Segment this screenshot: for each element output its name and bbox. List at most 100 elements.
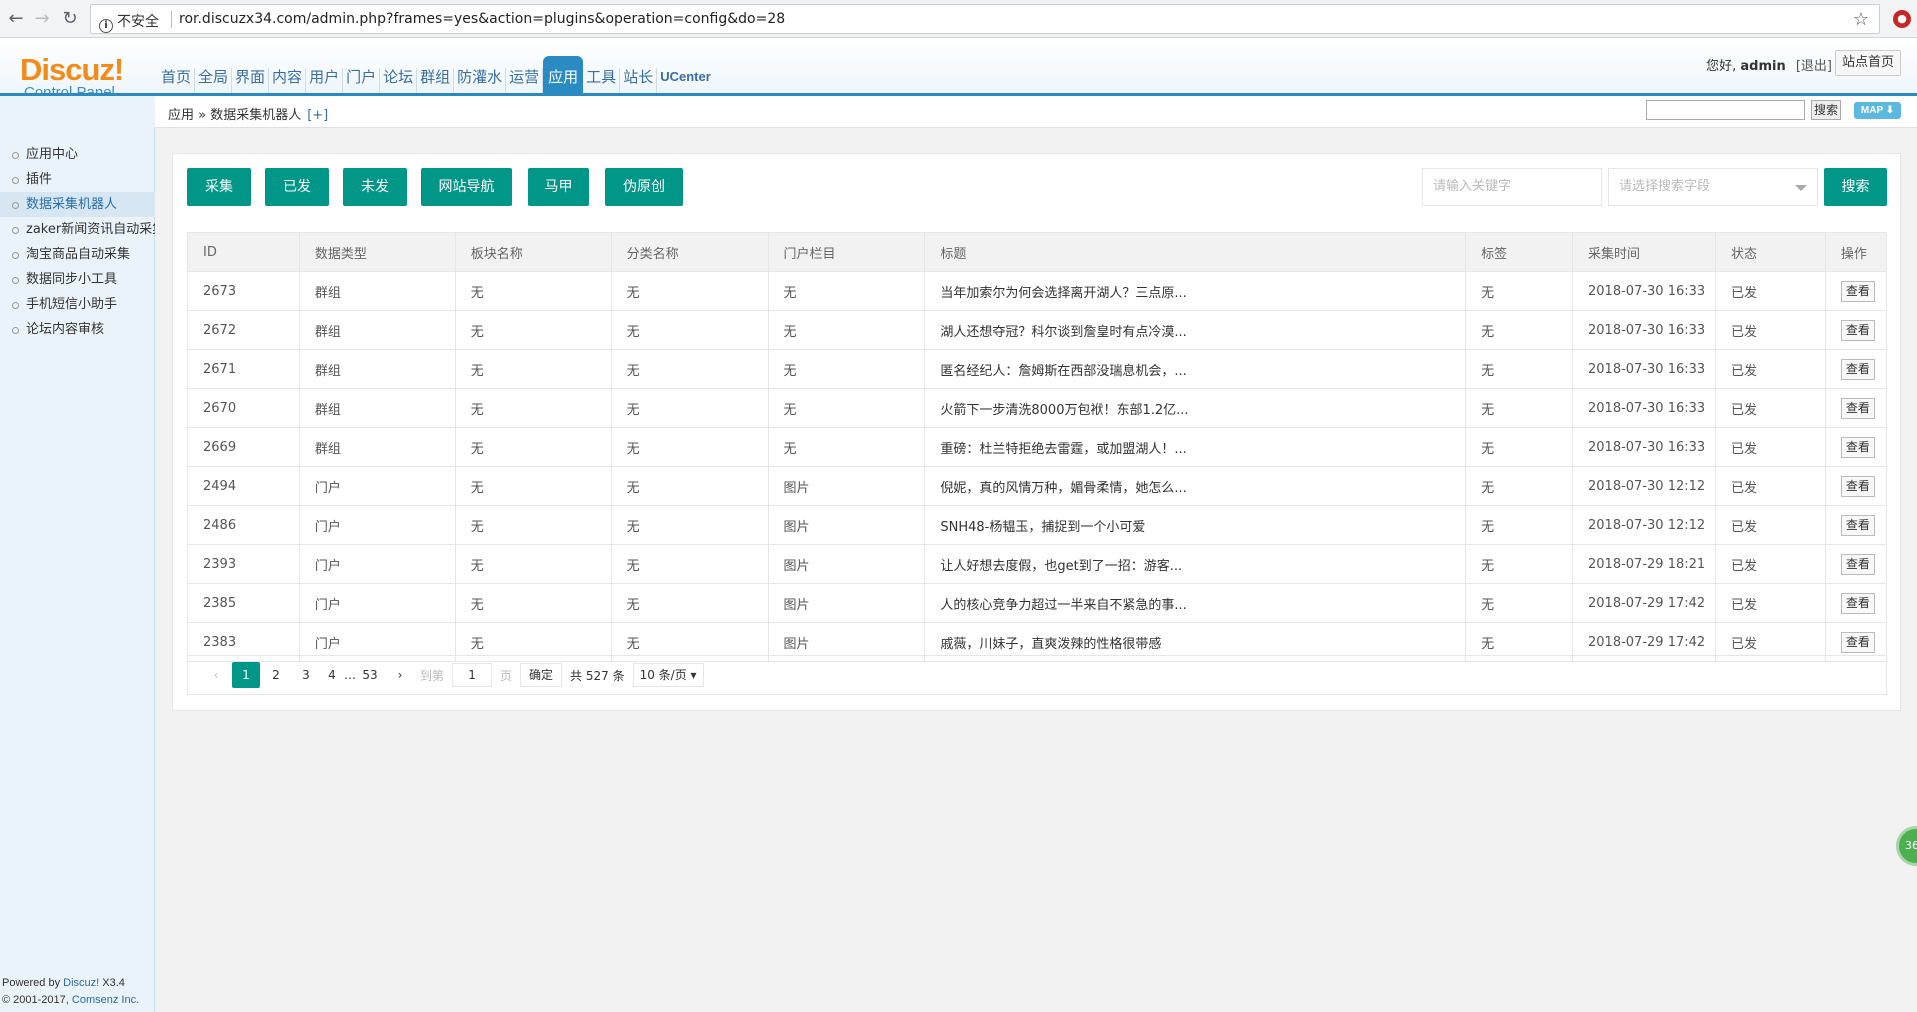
col-data-type-cell: 群组: [298, 310, 456, 350]
sidebar-item-moderation[interactable]: 论坛内容审核: [0, 317, 155, 342]
nav-home[interactable]: 首页: [158, 68, 196, 93]
admin-header: Discuz! Control Panel 首页 全局 界面 内容 用户 门户 …: [0, 38, 1917, 101]
view-button[interactable]: 查看: [1840, 436, 1875, 458]
table-row: 2671 群组无无无匿名经纪人：詹姆斯在西部没瑞息机会，... 无 2018-07-3…: [187, 349, 1888, 389]
per-page-select[interactable]: 10 条/页 ▾: [632, 663, 704, 687]
sidebar: 应用中心 插件 数据采集机器人 zaker新闻资讯自动采集 淘宝商品自动采集 数…: [0, 128, 155, 1012]
back-icon[interactable]: ←: [4, 7, 28, 31]
site-home-button[interactable]: 站点首页: [1834, 50, 1901, 76]
col-category-cell: 无: [610, 466, 769, 506]
table-row: 2393 门户无无图片 让人好想去度假，也get到了一招：游客... 无 2018-07…: [187, 544, 1888, 584]
view-button[interactable]: 查看: [1840, 631, 1875, 653]
view-button[interactable]: 查看: [1840, 553, 1875, 575]
view-button[interactable]: 查看: [1840, 319, 1875, 341]
nav-content[interactable]: 内容: [269, 68, 307, 93]
page-last[interactable]: 53: [356, 662, 384, 688]
pseudo-original-button[interactable]: 伪原创: [605, 168, 683, 206]
col-collect-time-cell: 2018-07-30 16:33: [1572, 310, 1716, 350]
goto-label: 到第: [420, 668, 445, 683]
logout-link[interactable]: [退出]: [1796, 59, 1832, 74]
keyword-input[interactable]: 请输入关键字: [1422, 168, 1602, 206]
site-nav-button[interactable]: 网站导航: [421, 168, 512, 206]
col-title-cell: 倪妮，真的风情万种，媚骨柔情，她怎么...: [924, 466, 1467, 506]
nav-ucenter[interactable]: UCenter: [657, 68, 714, 93]
goto-confirm-button[interactable]: 确定: [520, 663, 563, 687]
sidebar-item-data-sync[interactable]: 数据同步小工具: [0, 267, 155, 292]
nav-apps[interactable]: 应用: [543, 56, 584, 93]
sidebar-item-plugins[interactable]: 插件: [0, 167, 155, 192]
sidebar-item-zaker[interactable]: zaker新闻资讯自动采集: [0, 217, 155, 242]
security-indicator[interactable]: i 不安全: [99, 11, 159, 33]
vest-button[interactable]: 马甲: [528, 168, 589, 206]
breadcrumb-bar: 应用 » 数据采集机器人 [+] 搜索 MAP ⬇: [0, 96, 1917, 128]
view-button[interactable]: 查看: [1840, 592, 1875, 614]
col-collect-time-cell: 2018-07-30 16:33: [1572, 349, 1716, 389]
nav-antispam[interactable]: 防灌水: [454, 68, 507, 93]
address-bar[interactable]: i 不安全 ror.discuzx34.com/admin.php?frames=…: [90, 4, 1880, 34]
col-id-cell: 2486: [187, 505, 300, 545]
col-collect-time-header: 采集时间: [1572, 232, 1716, 272]
floating-widget[interactable]: 36: [1896, 826, 1917, 866]
view-button[interactable]: 查看: [1840, 280, 1875, 302]
unpublished-button[interactable]: 未发: [343, 168, 407, 206]
page-1[interactable]: 1: [232, 662, 260, 688]
sidebar-item-data-robot[interactable]: 数据采集机器人: [0, 192, 155, 217]
nav-portal[interactable]: 门户: [343, 68, 381, 93]
search-field-select[interactable]: 请选择搜索字段: [1608, 168, 1818, 206]
col-id-cell: 2673: [187, 271, 300, 311]
nav-group[interactable]: 群组: [417, 68, 455, 93]
col-portal-column-cell: 图片: [767, 583, 926, 623]
col-status-cell: 已发: [1715, 310, 1826, 350]
nav-interface[interactable]: 界面: [232, 68, 270, 93]
table-row: 2494 门户无无图片 倪妮，真的风情万种，媚骨柔情，她怎么... 无 2018-07-…: [187, 466, 1888, 506]
comsenz-link[interactable]: Comsenz Inc.: [72, 994, 139, 1006]
bookmark-star-icon[interactable]: ☆: [1853, 9, 1869, 30]
col-category-cell: 无: [610, 388, 769, 428]
col-status-cell: 已发: [1715, 388, 1826, 428]
nav-forum[interactable]: 论坛: [380, 68, 418, 93]
nav-webmaster[interactable]: 站长: [620, 68, 658, 93]
view-button[interactable]: 查看: [1840, 514, 1875, 536]
prev-page-icon[interactable]: ‹: [202, 662, 230, 688]
url-text[interactable]: ror.discuzx34.com/admin.php?frames=yes&a…: [179, 11, 785, 27]
nav-users[interactable]: 用户: [306, 68, 344, 93]
sidebar-item-taobao[interactable]: 淘宝商品自动采集: [0, 242, 155, 267]
collect-button[interactable]: 采集: [187, 168, 251, 206]
published-button[interactable]: 已发: [265, 168, 329, 206]
page-3[interactable]: 3: [292, 662, 320, 688]
page-2[interactable]: 2: [262, 662, 290, 688]
next-page-icon[interactable]: ›: [386, 662, 414, 688]
discuz-link[interactable]: Discuz!: [63, 977, 99, 989]
sidebar-item-app-center[interactable]: 应用中心: [0, 142, 155, 167]
col-data-type-cell: 群组: [298, 388, 456, 428]
nav-tools[interactable]: 工具: [583, 68, 621, 93]
col-data-type-cell: 门户: [298, 583, 456, 623]
menu-search-input[interactable]: [1646, 100, 1805, 120]
col-tags-cell: 无: [1465, 427, 1574, 467]
map-button[interactable]: MAP ⬇: [1854, 102, 1901, 119]
col-category-cell: 无: [610, 310, 769, 350]
sidebar-item-sms[interactable]: 手机短信小助手: [0, 292, 155, 317]
col-tags-cell: 无: [1465, 349, 1574, 389]
search-button[interactable]: 搜索: [1824, 168, 1887, 206]
col-category-cell: 无: [610, 544, 769, 584]
col-status-header: 状态: [1715, 232, 1826, 272]
menu-search-button[interactable]: 搜索: [1811, 100, 1841, 120]
view-button[interactable]: 查看: [1840, 475, 1875, 497]
extension-icon[interactable]: ●: [1893, 10, 1911, 28]
col-category-cell: 无: [610, 505, 769, 545]
add-to-favorites-link[interactable]: [+]: [307, 108, 328, 123]
col-status-cell: 已发: [1715, 427, 1826, 467]
page-4[interactable]: 4: [322, 662, 342, 688]
forward-icon[interactable]: →: [30, 7, 54, 31]
reload-icon[interactable]: ↻: [58, 7, 82, 31]
view-button[interactable]: 查看: [1840, 358, 1875, 380]
sidebar-menu: 应用中心 插件 数据采集机器人 zaker新闻资讯自动采集 淘宝商品自动采集 数…: [0, 142, 155, 342]
col-board-cell: 无: [454, 349, 612, 389]
nav-operations[interactable]: 运营: [506, 68, 544, 93]
col-board-cell: 无: [454, 388, 612, 428]
nav-global[interactable]: 全局: [195, 68, 233, 93]
view-button[interactable]: 查看: [1840, 397, 1875, 419]
goto-page-input[interactable]: 1: [452, 663, 493, 687]
col-portal-column-cell: 无: [767, 427, 926, 467]
